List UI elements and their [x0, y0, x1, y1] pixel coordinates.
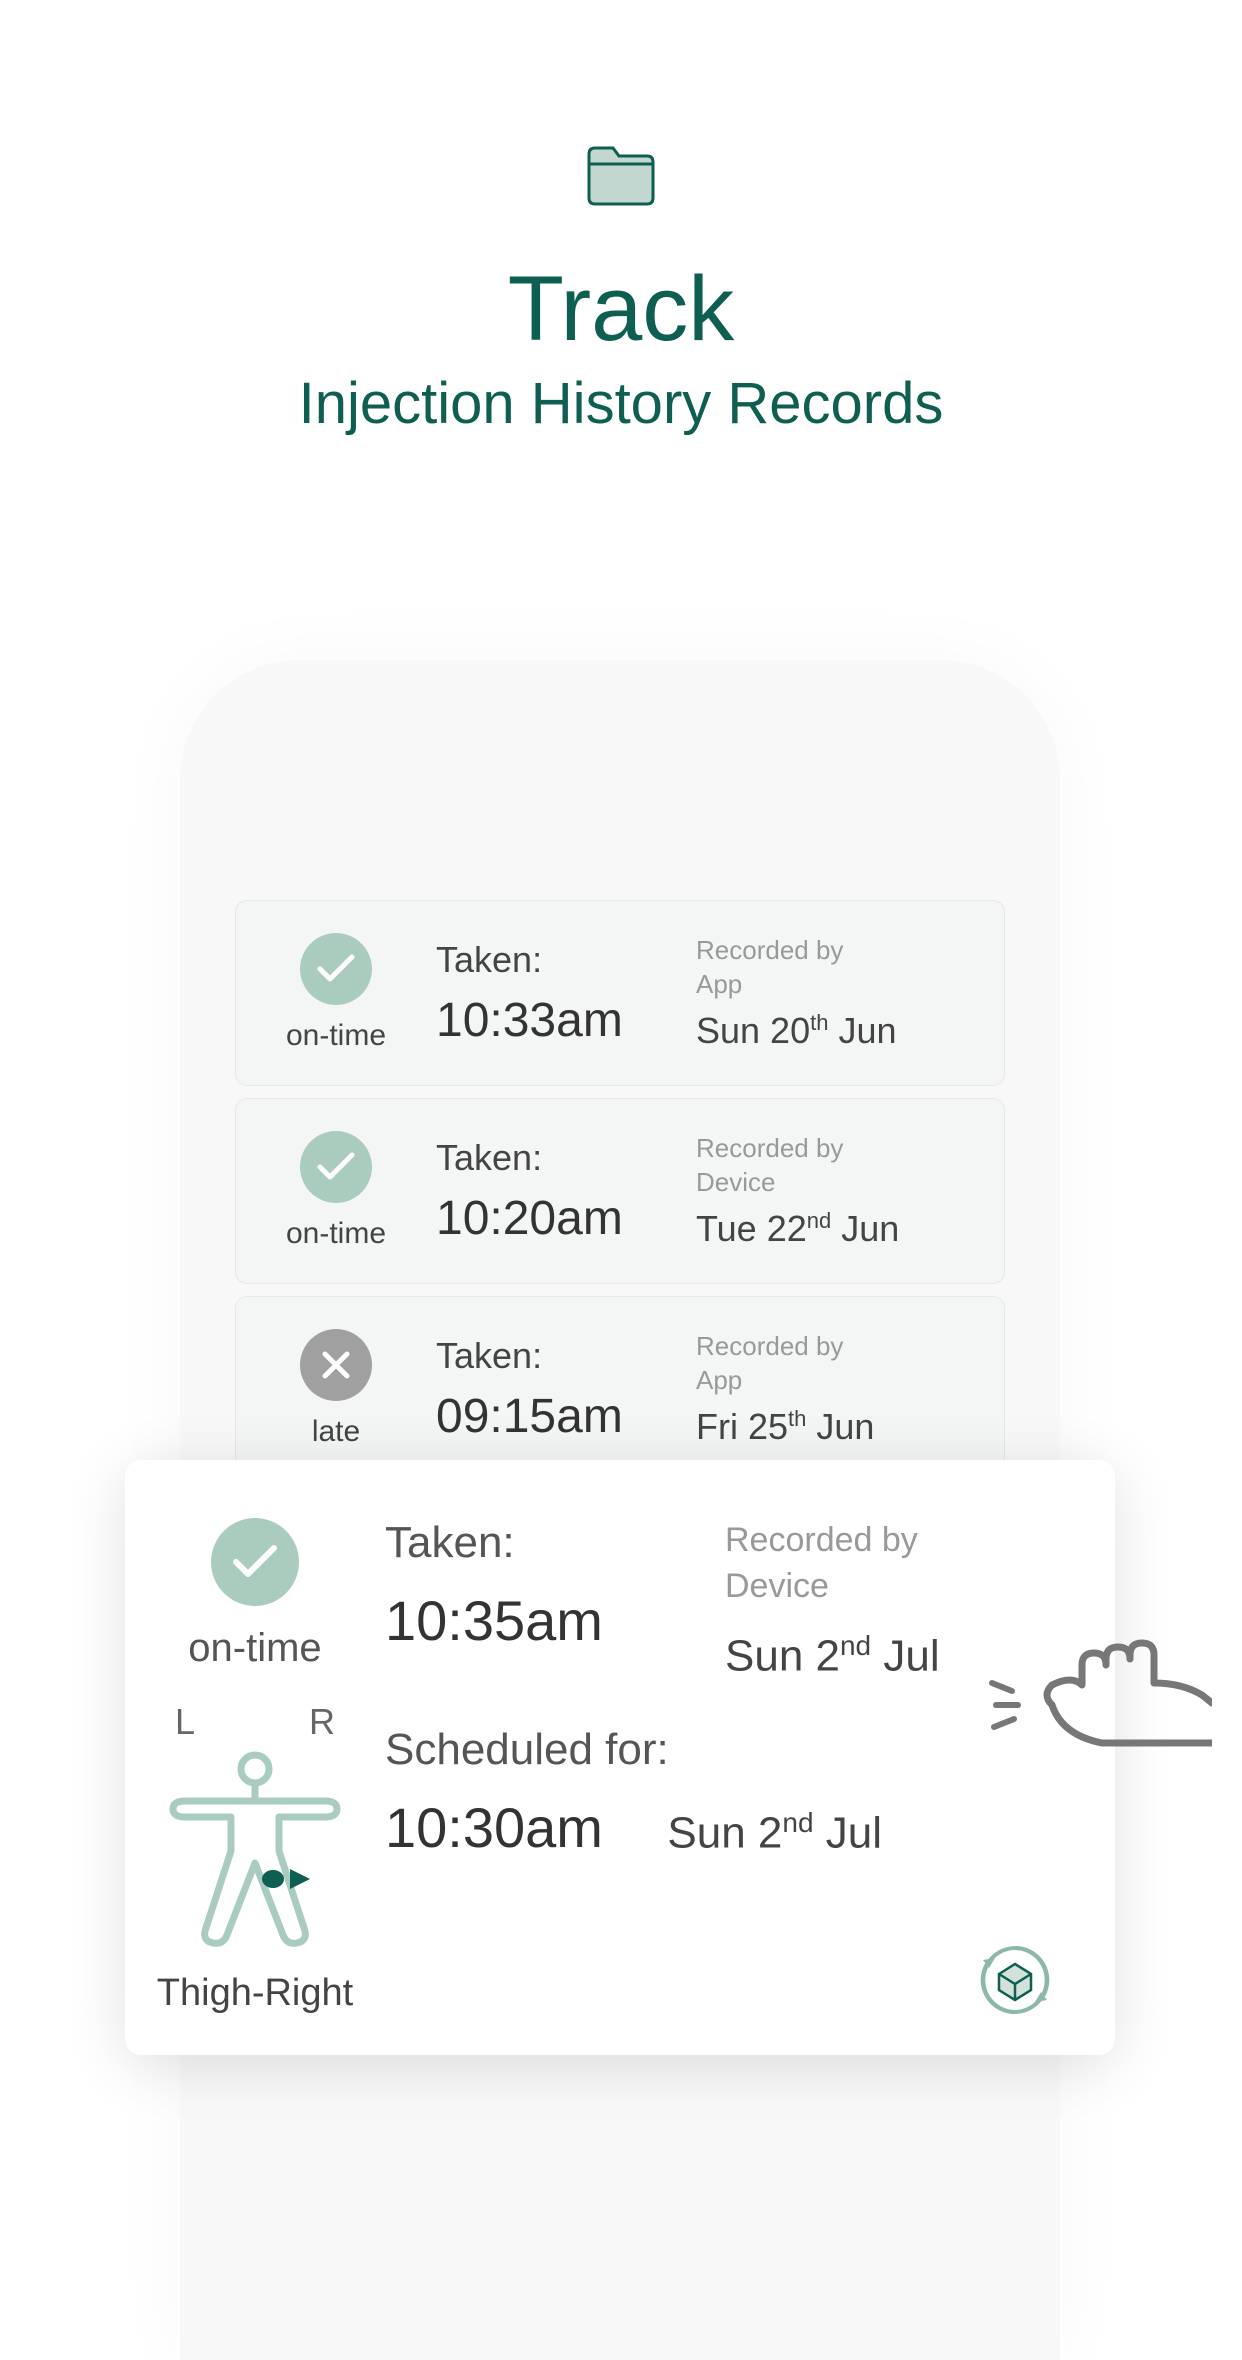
- recorded-by-label: Recorded byDevice: [696, 1132, 976, 1200]
- record-date: Tue 22nd Jun: [696, 1208, 976, 1250]
- taken-label: Taken:: [436, 1137, 696, 1179]
- scheduled-label: Scheduled for:: [385, 1725, 882, 1775]
- status-column: on-time: [125, 1508, 385, 1671]
- expanded-record-card[interactable]: on-time Taken: 10:35am Recorded byDevice…: [125, 1460, 1115, 2055]
- status-label: late: [236, 1415, 436, 1449]
- scheduled-time: 10:30am: [385, 1795, 603, 1860]
- recorded-column: Recorded byApp Fri 25th Jun: [696, 1330, 976, 1448]
- left-label: L: [175, 1701, 195, 1743]
- page-subtitle: Injection History Records: [0, 370, 1242, 437]
- record-card[interactable]: late Taken: 09:15am Recorded byApp Fri 2…: [235, 1296, 1005, 1482]
- taken-label: Taken:: [436, 939, 696, 981]
- recorded-by-label: Recorded byDevice: [725, 1518, 1075, 1610]
- status-column: on-time: [236, 933, 436, 1053]
- injection-site-column: L R Thigh-Right: [125, 1701, 385, 2015]
- scheduled-column: Scheduled for: 10:30am Sun 2nd Jul: [385, 1701, 882, 1860]
- status-label: on-time: [236, 1217, 436, 1251]
- check-icon: [211, 1518, 299, 1606]
- x-icon: [300, 1329, 372, 1401]
- lr-labels: L R: [175, 1701, 335, 1743]
- recorded-by-label: Recorded byApp: [696, 1330, 976, 1398]
- right-label: R: [309, 1701, 335, 1743]
- recorded-column: Recorded byApp Sun 20th Jun: [696, 934, 976, 1052]
- taken-column: Taken: 10:35am: [385, 1508, 725, 1653]
- header: Track Injection History Records: [0, 0, 1242, 437]
- taken-column: Taken: 09:15am: [436, 1335, 696, 1444]
- taken-column: Taken: 10:20am: [436, 1137, 696, 1246]
- tap-gesture-icon: [982, 1635, 1212, 1760]
- record-card[interactable]: on-time Taken: 10:33am Recorded byApp Su…: [235, 900, 1005, 1086]
- sync-icon[interactable]: [975, 1940, 1055, 2025]
- injection-site-label: Thigh-Right: [125, 1972, 385, 2015]
- page-title: Track: [0, 257, 1242, 362]
- status-column: on-time: [236, 1131, 436, 1251]
- record-date: Sun 20th Jun: [696, 1010, 976, 1052]
- taken-label: Taken:: [436, 1335, 696, 1377]
- check-icon: [300, 1131, 372, 1203]
- status-label: on-time: [236, 1019, 436, 1053]
- record-card[interactable]: on-time Taken: 10:20am Recorded byDevice…: [235, 1098, 1005, 1284]
- recorded-by-label: Recorded byApp: [696, 934, 976, 1002]
- taken-time: 10:33am: [436, 993, 696, 1048]
- status-column: late: [236, 1329, 436, 1449]
- record-date: Fri 25th Jun: [696, 1406, 976, 1448]
- status-label: on-time: [125, 1626, 385, 1671]
- taken-column: Taken: 10:33am: [436, 939, 696, 1048]
- body-figure-icon: [125, 1751, 385, 1956]
- scheduled-date: Sun 2nd Jul: [667, 1807, 882, 1859]
- folder-icon: [583, 140, 659, 217]
- check-icon: [300, 933, 372, 1005]
- taken-time: 10:35am: [385, 1588, 725, 1653]
- taken-label: Taken:: [385, 1518, 725, 1568]
- recorded-column: Recorded byDevice Tue 22nd Jun: [696, 1132, 976, 1250]
- taken-time: 09:15am: [436, 1389, 696, 1444]
- taken-time: 10:20am: [436, 1191, 696, 1246]
